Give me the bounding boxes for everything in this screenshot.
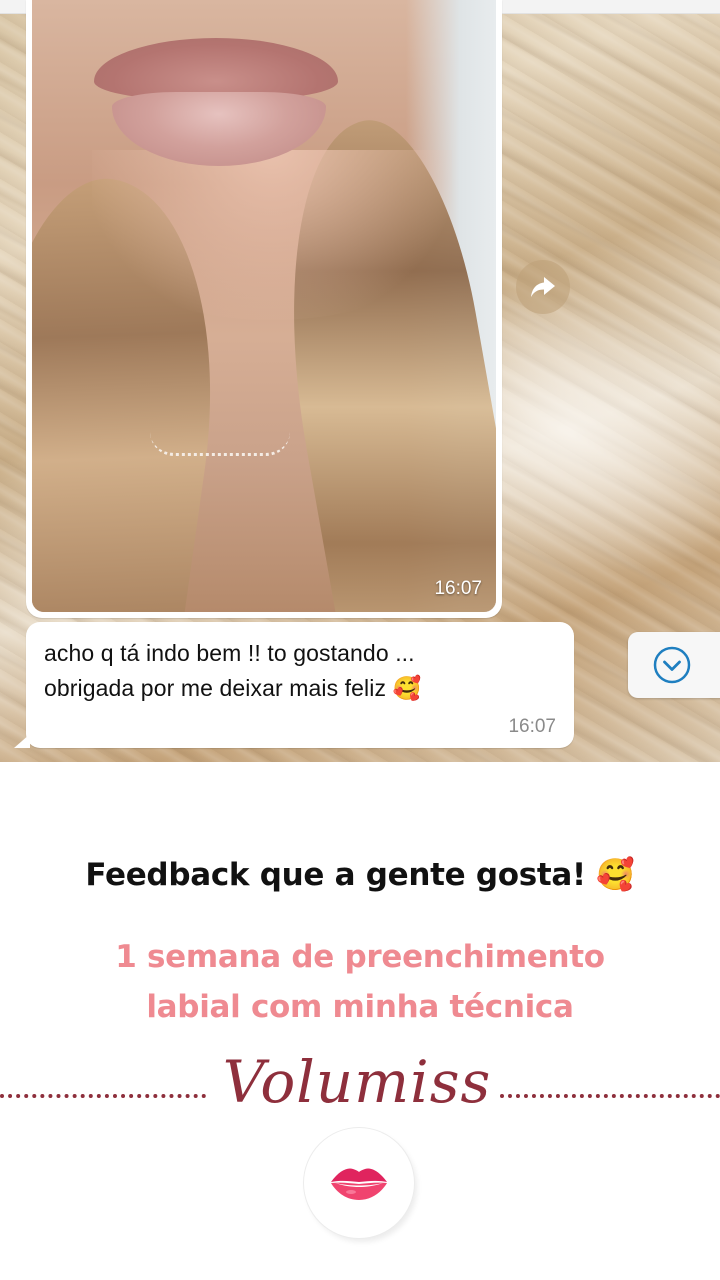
dotted-divider-right <box>500 1094 720 1098</box>
message-line-1: acho q tá indo bem !! to gostando ... <box>44 640 415 666</box>
brand-row: Volumiss <box>0 1048 720 1128</box>
subhead-line-1: 1 semana de preenchimento <box>115 939 605 975</box>
dotted-divider-left <box>0 1094 206 1098</box>
necklace <box>150 432 290 456</box>
lips-icon <box>331 1168 387 1200</box>
photo-lips <box>94 38 338 166</box>
forward-arrow-icon <box>531 277 555 297</box>
photo-message-bubble[interactable]: 16:07 <box>26 0 502 618</box>
subhead-line-2: labial com minha técnica <box>146 989 574 1025</box>
chevron-down-icon <box>653 646 691 684</box>
subheadline: 1 semana de preenchimento labial com min… <box>0 932 720 1032</box>
scroll-down-button[interactable] <box>628 632 720 698</box>
lips-photo[interactable]: 16:07 <box>32 0 496 612</box>
lips-badge <box>304 1128 414 1238</box>
text-message-bubble[interactable]: acho q tá indo bem !! to gostando ... ob… <box>14 622 574 748</box>
forward-button[interactable] <box>516 260 570 314</box>
brand-logo: Volumiss <box>222 1048 492 1116</box>
message-timestamp: 16:07 <box>508 716 556 737</box>
chat-screenshot: 16:07 acho q tá indo bem !! to gostando … <box>0 0 720 762</box>
message-line-2: obrigada por me deixar mais feliz 🥰 <box>44 675 422 701</box>
headline: Feedback que a gente gosta! 🥰 <box>85 857 635 893</box>
photo-timestamp: 16:07 <box>434 578 482 599</box>
